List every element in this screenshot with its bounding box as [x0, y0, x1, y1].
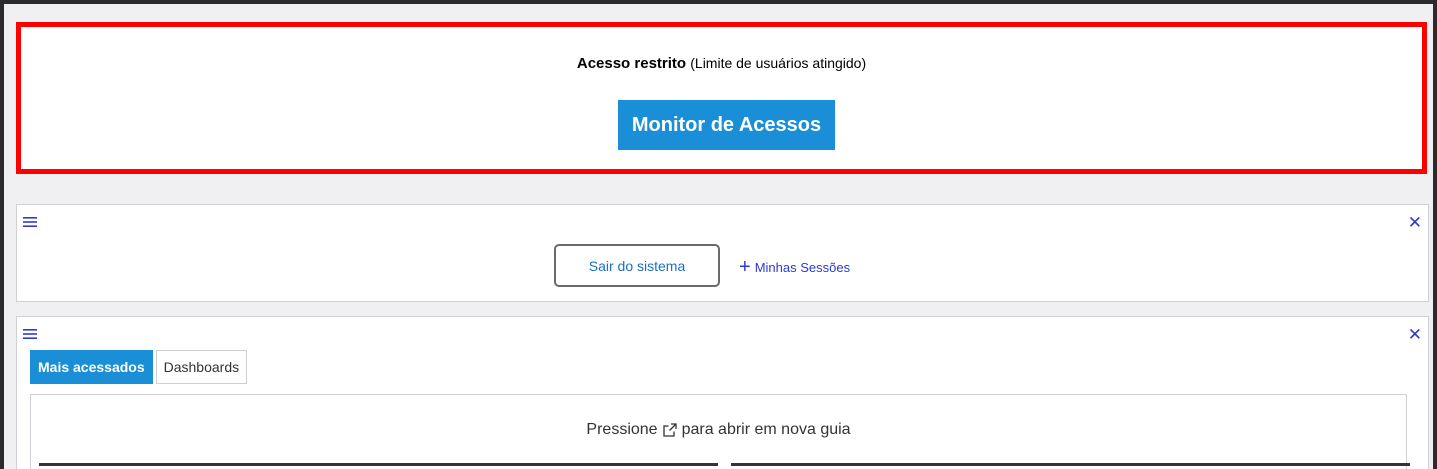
plus-icon: + [739, 256, 751, 278]
session-panel: ✕ Sair do sistema + Minhas Sessões [16, 204, 1429, 302]
hamburger-icon[interactable] [23, 217, 37, 227]
hint-text-after: para abrir em nova guia [681, 421, 851, 438]
logout-button[interactable]: Sair do sistema [554, 244, 720, 287]
shortcuts-panel: ✕ Mais acessados Dashboards Pressione pa… [16, 316, 1429, 469]
hamburger-icon[interactable] [23, 329, 37, 339]
close-icon[interactable]: ✕ [1408, 214, 1422, 231]
access-monitor-button[interactable]: Monitor de Acessos [618, 100, 835, 150]
external-link-icon [662, 422, 678, 438]
alert-subtitle: (Limite de usuários atingido) [690, 55, 867, 71]
tab-content: Pressione para abrir em nova guia [30, 394, 1410, 469]
my-sessions-link[interactable]: + Minhas Sessões [739, 257, 850, 277]
new-tab-hint: Pressione para abrir em nova guia [31, 421, 1406, 439]
hint-text-before: Pressione [586, 421, 658, 438]
page-frame: Acesso restrito (Limite de usuários atin… [4, 4, 1433, 469]
alert-message: Acesso restrito (Limite de usuários atin… [21, 55, 1422, 72]
my-sessions-label: Minhas Sessões [754, 259, 851, 275]
shortcut-card-edge [731, 463, 1410, 466]
shortcut-card-edge [39, 463, 718, 466]
restricted-access-alert: Acesso restrito (Limite de usuários atin… [16, 22, 1427, 174]
alert-title: Acesso restrito [576, 55, 687, 72]
tab-dashboards[interactable]: Dashboards [155, 350, 248, 384]
close-icon[interactable]: ✕ [1408, 326, 1422, 343]
shortcut-tabs: Mais acessados Dashboards [30, 350, 248, 384]
tab-most-accessed[interactable]: Mais acessados [30, 350, 153, 384]
